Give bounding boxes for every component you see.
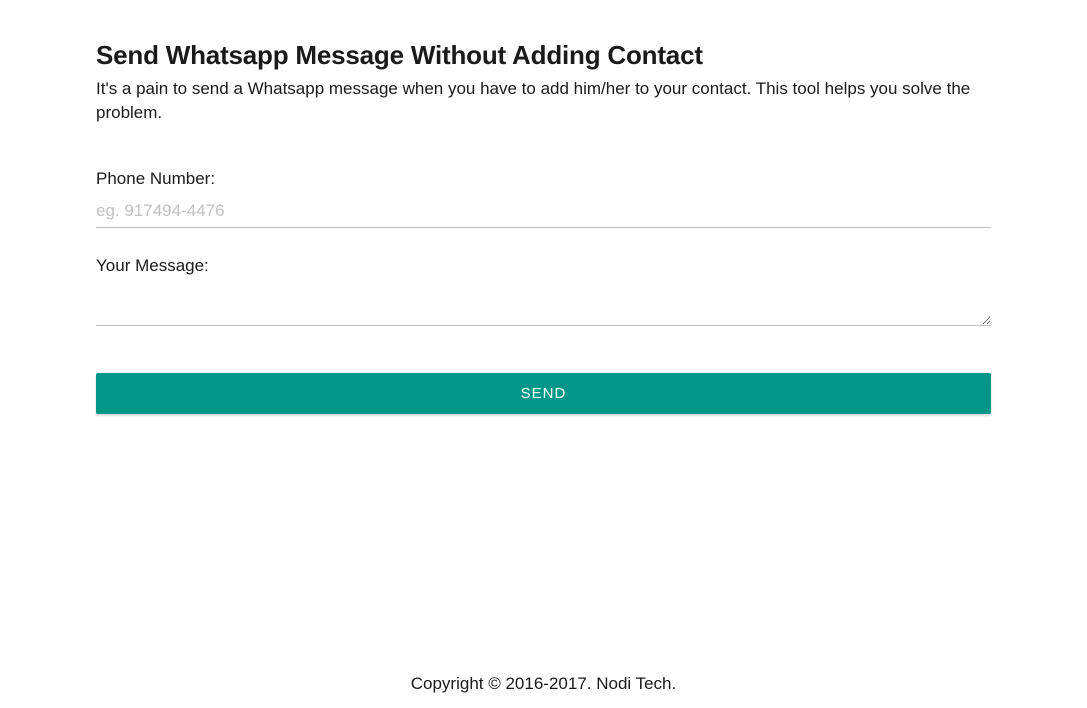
send-button[interactable]: SEND [96, 373, 991, 414]
message-field-group: Your Message: [96, 256, 991, 331]
footer: Copyright © 2016-2017. Nodi Tech. [0, 674, 1087, 694]
main-container: Send Whatsapp Message Without Adding Con… [0, 0, 1087, 414]
phone-input[interactable] [96, 197, 991, 228]
message-input[interactable] [96, 284, 991, 326]
message-label: Your Message: [96, 256, 991, 276]
footer-text: Copyright © 2016-2017. Nodi Tech. [411, 674, 676, 693]
phone-field-group: Phone Number: [96, 169, 991, 228]
page-subtitle: It's a pain to send a Whatsapp message w… [96, 77, 991, 125]
page-title: Send Whatsapp Message Without Adding Con… [96, 40, 991, 71]
phone-label: Phone Number: [96, 169, 991, 189]
